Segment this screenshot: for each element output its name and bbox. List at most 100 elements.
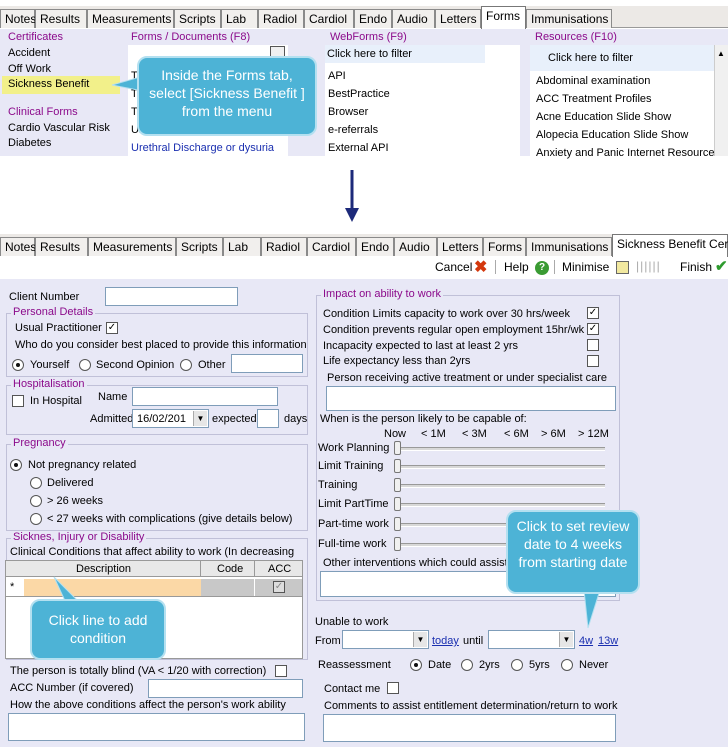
cancel-button[interactable]: Cancel (435, 260, 472, 274)
description-cell[interactable] (24, 579, 201, 596)
impact-item-4-checkbox[interactable] (587, 355, 599, 367)
tab-audio[interactable]: Audio (392, 9, 435, 28)
tab-endo[interactable]: Endo (354, 9, 392, 28)
tab-measurements[interactable]: Measurements (87, 9, 174, 28)
cert-item-accident[interactable]: Accident (8, 47, 50, 59)
acc-cell[interactable]: ✓ (255, 579, 302, 596)
tab-letters[interactable]: Letters (435, 9, 481, 28)
scroll-up-icon[interactable]: ▲ (717, 49, 725, 58)
acc-number-input[interactable] (148, 679, 303, 698)
clinical-form-diabetes[interactable]: Diabetes (8, 137, 51, 149)
reassess-date-radio[interactable] (410, 659, 422, 671)
blind-checkbox[interactable] (275, 665, 287, 677)
tab-notes[interactable]: Notes (0, 9, 36, 28)
tab-notes[interactable]: Notes (0, 237, 36, 256)
tab-endo[interactable]: Endo (356, 237, 394, 256)
tab-immunisations[interactable]: Immunisations (526, 9, 612, 28)
webform-item[interactable]: External API (328, 142, 389, 154)
help-icon[interactable]: ? (535, 261, 549, 275)
forms-docs-item[interactable]: Urethral Discharge or dysuria (131, 142, 274, 154)
tab-radiol[interactable]: Radiol (258, 9, 304, 28)
resource-item[interactable]: Abdominal examination (536, 75, 650, 87)
finish-button[interactable]: Finish (680, 260, 712, 274)
from-date-input[interactable]: ▼ (342, 630, 429, 649)
second-opinion-radio[interactable] (79, 359, 91, 371)
minimise-icon[interactable] (616, 261, 629, 274)
tab-cardiol[interactable]: Cardiol (307, 237, 356, 256)
webforms-filter[interactable]: Click here to filter (325, 45, 485, 63)
webform-item[interactable]: Browser (328, 106, 368, 118)
resource-item[interactable]: ACC Treatment Profiles (536, 93, 652, 105)
other-radio[interactable] (180, 359, 192, 371)
tab-lab[interactable]: Lab (223, 237, 261, 256)
tab-scripts[interactable]: Scripts (174, 9, 221, 28)
check-icon[interactable]: ✔ (715, 257, 728, 275)
impact-item-3-checkbox[interactable] (587, 339, 599, 351)
resources-scrollbar[interactable]: ▲ (714, 45, 728, 156)
yourself-radio[interactable] (12, 359, 24, 371)
today-link[interactable]: today (432, 635, 459, 647)
thirteen-weeks-link[interactable]: 13w (598, 635, 618, 647)
slider-training-thumb[interactable] (394, 478, 401, 492)
active-treatment-input[interactable] (326, 386, 616, 411)
tab-results[interactable]: Results (35, 237, 88, 256)
tab-immunisations[interactable]: Immunisations (526, 237, 612, 256)
slider-limit-training-thumb[interactable] (394, 459, 401, 473)
slider-work-planning-thumb[interactable] (394, 441, 401, 455)
resource-item[interactable]: Alopecia Education Slide Show (536, 129, 688, 141)
resource-item[interactable]: Acne Education Slide Show (536, 111, 671, 123)
acc-checkbox[interactable]: ✓ (273, 581, 285, 593)
slider-limit-training[interactable] (395, 465, 605, 469)
tab-measurements[interactable]: Measurements (88, 237, 176, 256)
webform-item[interactable]: API (328, 70, 346, 82)
contact-me-checkbox[interactable] (387, 682, 399, 694)
table-row[interactable]: * ✓ (6, 578, 302, 597)
admitted-date-input[interactable]: 16/02/201 ▼ (132, 409, 209, 428)
client-number-input[interactable] (105, 287, 238, 306)
tab-scripts[interactable]: Scripts (176, 237, 223, 256)
slider-fulltime-thumb[interactable] (394, 537, 401, 551)
tab-audio[interactable]: Audio (394, 237, 437, 256)
slider-limit-parttime-thumb[interactable] (394, 497, 401, 511)
tab-results[interactable]: Results (35, 9, 87, 28)
four-weeks-link[interactable]: 4w (579, 635, 593, 647)
delivered-radio[interactable] (30, 477, 42, 489)
cancel-icon[interactable]: ✖ (474, 257, 487, 277)
lt27-weeks-radio[interactable] (30, 513, 42, 525)
usual-practitioner-checkbox[interactable]: ✓ (106, 322, 118, 334)
cert-item-sickness-benefit[interactable]: Sickness Benefit (2, 76, 120, 94)
slider-training[interactable] (395, 484, 605, 488)
resources-filter[interactable]: Click here to filter (530, 45, 714, 71)
slider-work-planning[interactable] (395, 447, 605, 451)
until-date-input[interactable]: ▼ (488, 630, 575, 649)
tab-sickness-benefit-cert[interactable]: Sickness Benefit Cert (612, 234, 728, 257)
impact-item-2-checkbox[interactable]: ✓ (587, 323, 599, 335)
tab-radiol[interactable]: Radiol (261, 237, 307, 256)
tab-forms[interactable]: Forms (481, 6, 526, 29)
clinical-form-cvr[interactable]: Cardio Vascular Risk (8, 122, 110, 134)
gt26-weeks-radio[interactable] (30, 495, 42, 507)
other-input[interactable] (231, 354, 303, 373)
reassess-2yrs-radio[interactable] (461, 659, 473, 671)
minimise-button[interactable]: Minimise (562, 260, 609, 274)
webform-item[interactable]: BestPractice (328, 88, 390, 100)
comments-input[interactable] (323, 714, 616, 742)
slider-parttime-thumb[interactable] (394, 517, 401, 531)
chevron-down-icon[interactable]: ▼ (559, 632, 573, 647)
webform-item[interactable]: e-referrals (328, 124, 378, 136)
cert-item-off-work[interactable]: Off Work (8, 63, 51, 75)
slider-limit-parttime[interactable] (395, 503, 605, 507)
tab-lab[interactable]: Lab (221, 9, 258, 28)
tab-cardiol[interactable]: Cardiol (304, 9, 354, 28)
reassess-never-radio[interactable] (561, 659, 573, 671)
resource-item[interactable]: Anxiety and Panic Internet Resource (536, 147, 715, 159)
tab-letters[interactable]: Letters (437, 237, 483, 256)
code-cell[interactable] (201, 579, 254, 596)
reassess-5yrs-radio[interactable] (511, 659, 523, 671)
impact-item-1-checkbox[interactable]: ✓ (587, 307, 599, 319)
hospital-name-input[interactable] (132, 387, 278, 406)
help-button[interactable]: Help (504, 260, 529, 274)
how-affect-input[interactable] (8, 713, 305, 741)
tab-forms[interactable]: Forms (483, 237, 526, 256)
expected-days-input[interactable] (257, 409, 279, 428)
